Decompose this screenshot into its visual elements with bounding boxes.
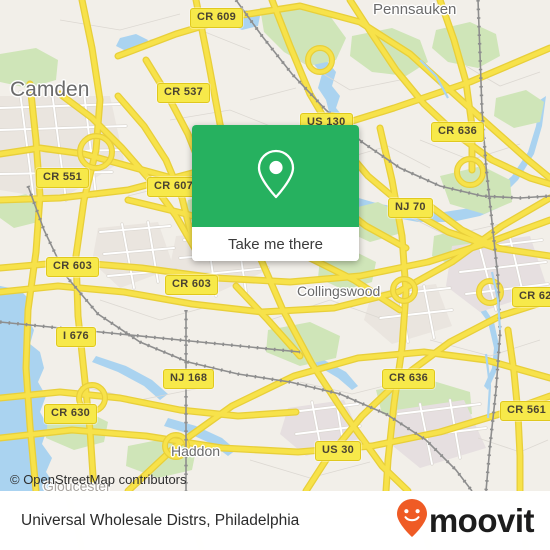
road-shield[interactable]: CR 628 (512, 287, 550, 307)
road-shield[interactable]: CR 609 (190, 8, 244, 28)
road-shield[interactable]: CR 603 (165, 275, 219, 295)
popup-icon-area (192, 125, 359, 227)
road-shield[interactable]: NJ 70 (388, 198, 433, 218)
road-shield[interactable]: CR 561 (500, 401, 550, 421)
osm-attribution[interactable]: © OpenStreetMap contributors (10, 472, 187, 487)
take-me-there-button[interactable]: Take me there (192, 227, 359, 261)
place-label-collingswood: Collingswood (297, 283, 381, 299)
destination-popup-card[interactable]: Take me there (192, 125, 359, 261)
place-label-pennsauken: Pennsauken (373, 1, 457, 18)
road-shield[interactable]: NJ 168 (163, 369, 215, 389)
road-shield[interactable]: CR 603 (46, 257, 100, 277)
road-shield[interactable]: US 30 (315, 441, 362, 461)
road-shield[interactable]: CR 630 (44, 404, 98, 424)
moovit-wordmark: moovit (428, 502, 535, 539)
road-shield[interactable]: I 676 (56, 327, 96, 347)
map-screenshot: .w { fill:#aad3f0; } .pk { fill:#cfe5b8;… (0, 0, 550, 550)
take-me-there-label: Take me there (227, 235, 324, 253)
place-label-haddon: Haddon (171, 443, 221, 459)
footer-bar: Universal Wholesale Distrs, Philadelphia… (0, 491, 550, 550)
location-title: Universal Wholesale Distrs, Philadelphia (21, 511, 300, 529)
road-shield[interactable]: CR 551 (36, 168, 90, 188)
moovit-smiley-pin-icon (396, 498, 428, 543)
place-label-camden: Camden (10, 78, 90, 101)
map-pin-icon (255, 148, 297, 205)
road-shield[interactable]: CR 636 (382, 369, 436, 389)
road-shield[interactable]: CR 537 (157, 83, 211, 103)
road-shield[interactable]: CR 636 (431, 122, 485, 142)
moovit-brand[interactable]: moovit (396, 498, 535, 543)
